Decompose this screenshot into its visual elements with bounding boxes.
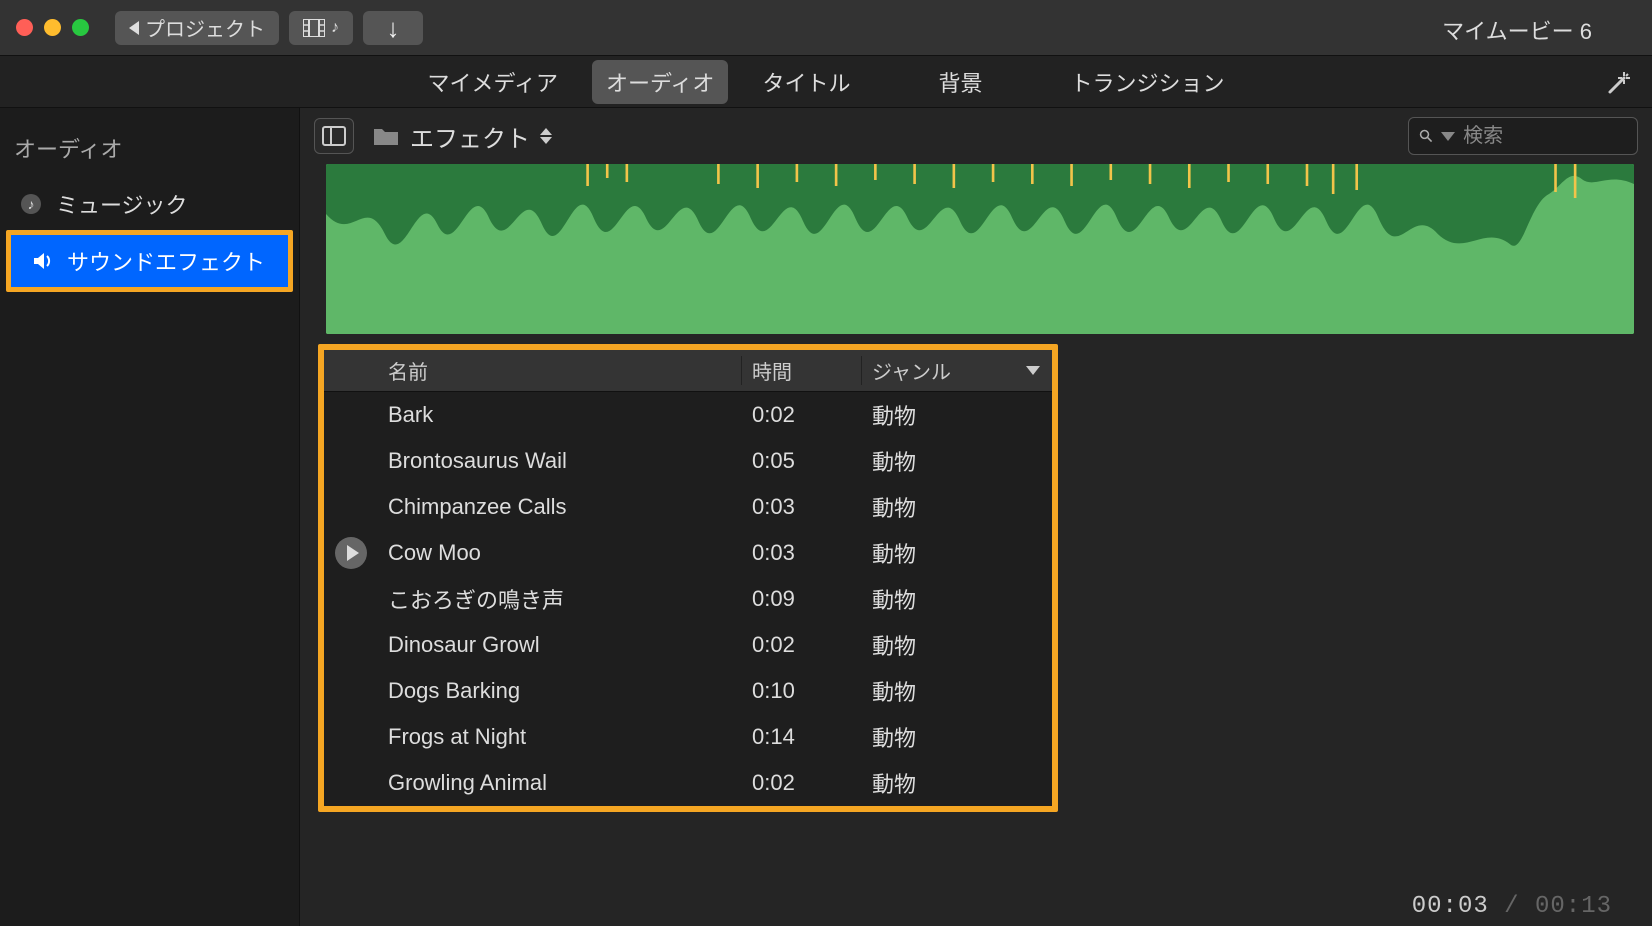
filmstrip-icon <box>303 19 325 37</box>
cell-time: 0:09 <box>742 586 862 612</box>
search-icon <box>1419 127 1433 145</box>
music-note-icon: ♪ <box>18 191 44 217</box>
cell-time: 0:02 <box>742 770 862 796</box>
cell-time: 0:03 <box>742 494 862 520</box>
table-row[interactable]: Chimpanzee Calls0:03動物 <box>324 484 1052 530</box>
sidebar-item-label: ミュージック <box>56 188 188 220</box>
tab-audio[interactable]: オーディオ <box>592 60 728 104</box>
table-row[interactable]: Brontosaurus Wail0:05動物 <box>324 438 1052 484</box>
tab-titles[interactable]: タイトル <box>748 60 864 104</box>
waveform-graphic <box>326 164 1634 334</box>
folder-label-text: エフェクト <box>410 119 530 154</box>
cell-genre: 動物 <box>862 767 1052 799</box>
maximize-window-button[interactable] <box>72 19 89 36</box>
cell-genre: 動物 <box>862 675 1052 707</box>
music-note-icon: ♪ <box>331 19 339 37</box>
titlebar: プロジェクト ♪ ↓ マイムービー 6 <box>0 0 1652 56</box>
play-icon <box>347 545 359 561</box>
toggle-sidebar-button[interactable] <box>314 118 354 154</box>
cell-time: 0:10 <box>742 678 862 704</box>
cell-genre: 動物 <box>862 629 1052 661</box>
sound-effects-table: 名前 時間 ジャンル Bark0:02動物Brontosaurus Wail0:… <box>318 344 1058 812</box>
table-row[interactable]: こおろぎの鳴き声0:09動物 <box>324 576 1052 622</box>
annotation-highlight: サウンドエフェクト <box>6 230 293 292</box>
import-button[interactable]: ↓ <box>363 11 423 45</box>
search-input[interactable] <box>1463 125 1627 148</box>
svg-text:♪: ♪ <box>28 196 35 212</box>
close-window-button[interactable] <box>16 19 33 36</box>
cell-genre: 動物 <box>862 583 1052 615</box>
cell-genre: 動物 <box>862 721 1052 753</box>
folder-icon <box>372 125 400 147</box>
browser-toolbar: エフェクト <box>300 108 1652 164</box>
total-time: 00:13 <box>1535 893 1612 920</box>
magic-wand-icon <box>1602 70 1632 100</box>
current-time: 00:03 <box>1412 893 1489 920</box>
cell-name: Bark <box>378 402 742 428</box>
media-library-button[interactable]: ♪ <box>289 11 353 45</box>
cell-time: 0:14 <box>742 724 862 750</box>
table-row[interactable]: Growling Animal0:02動物 <box>324 760 1052 806</box>
table-row[interactable]: Cow Moo0:03動物 <box>324 530 1052 576</box>
cell-name: Growling Animal <box>378 770 742 796</box>
sidebar-toggle-icon <box>322 126 346 146</box>
project-title: マイムービー 6 <box>1442 14 1592 46</box>
column-header-genre-label: ジャンル <box>872 356 951 385</box>
cell-name: Frogs at Night <box>378 724 742 750</box>
table-row[interactable]: Frogs at Night0:14動物 <box>324 714 1052 760</box>
table-header: 名前 時間 ジャンル <box>324 350 1052 392</box>
chevron-down-icon <box>1026 366 1040 375</box>
waveform-preview[interactable] <box>326 164 1634 334</box>
table-row[interactable]: Dogs Barking0:10動物 <box>324 668 1052 714</box>
browser-main: エフェクト <box>300 108 1652 926</box>
cell-name: Chimpanzee Calls <box>378 494 742 520</box>
play-button[interactable] <box>335 537 367 569</box>
minimize-window-button[interactable] <box>44 19 61 36</box>
cell-name: Brontosaurus Wail <box>378 448 742 474</box>
cell-time: 0:02 <box>742 402 862 428</box>
play-cell <box>324 537 378 569</box>
cell-time: 0:05 <box>742 448 862 474</box>
cell-name: Cow Moo <box>378 540 742 566</box>
tab-my-media[interactable]: マイメディア <box>414 60 572 104</box>
column-header-name[interactable]: 名前 <box>378 356 742 385</box>
column-header-genre[interactable]: ジャンル <box>862 356 1052 385</box>
tab-transitions[interactable]: トランジション <box>1056 60 1238 104</box>
cell-genre: 動物 <box>862 445 1052 477</box>
cell-genre: 動物 <box>862 491 1052 523</box>
sidebar-item-music[interactable]: ♪ ミュージック <box>0 178 299 230</box>
cell-name: Dinosaur Growl <box>378 632 742 658</box>
cell-genre: 動物 <box>862 537 1052 569</box>
back-to-projects-label: プロジェクト <box>145 13 265 42</box>
cell-time: 0:03 <box>742 540 862 566</box>
window-controls <box>16 19 89 36</box>
column-header-time[interactable]: 時間 <box>742 356 862 385</box>
sidebar-item-label: サウンドエフェクト <box>67 245 265 277</box>
table-row[interactable]: Dinosaur Growl0:02動物 <box>324 622 1052 668</box>
back-to-projects-button[interactable]: プロジェクト <box>115 11 279 45</box>
enhance-wand-button[interactable] <box>1600 68 1634 102</box>
chevron-down-icon <box>1441 132 1455 141</box>
cell-genre: 動物 <box>862 399 1052 431</box>
folder-dropdown[interactable]: エフェクト <box>372 119 552 154</box>
download-arrow-icon: ↓ <box>387 15 400 41</box>
cell-name: こおろぎの鳴き声 <box>378 583 742 615</box>
cell-time: 0:02 <box>742 632 862 658</box>
speaker-icon <box>29 248 55 274</box>
chevron-updown-icon <box>540 128 552 144</box>
media-browser-tabs: マイメディア オーディオ タイトル 背景 トランジション <box>0 56 1652 108</box>
chevron-left-icon <box>129 21 139 35</box>
audio-sidebar: オーディオ ♪ ミュージック サウンドエフェクト <box>0 108 300 926</box>
search-box[interactable] <box>1408 117 1638 155</box>
sidebar-heading: オーディオ <box>0 124 299 178</box>
tab-backgrounds[interactable]: 背景 <box>924 60 996 104</box>
sidebar-item-sound-effects[interactable]: サウンドエフェクト <box>11 235 288 287</box>
cell-name: Dogs Barking <box>378 678 742 704</box>
table-row[interactable]: Bark0:02動物 <box>324 392 1052 438</box>
playhead-time-display: 00:03 / 00:13 <box>1412 893 1612 920</box>
time-separator: / <box>1489 893 1535 920</box>
